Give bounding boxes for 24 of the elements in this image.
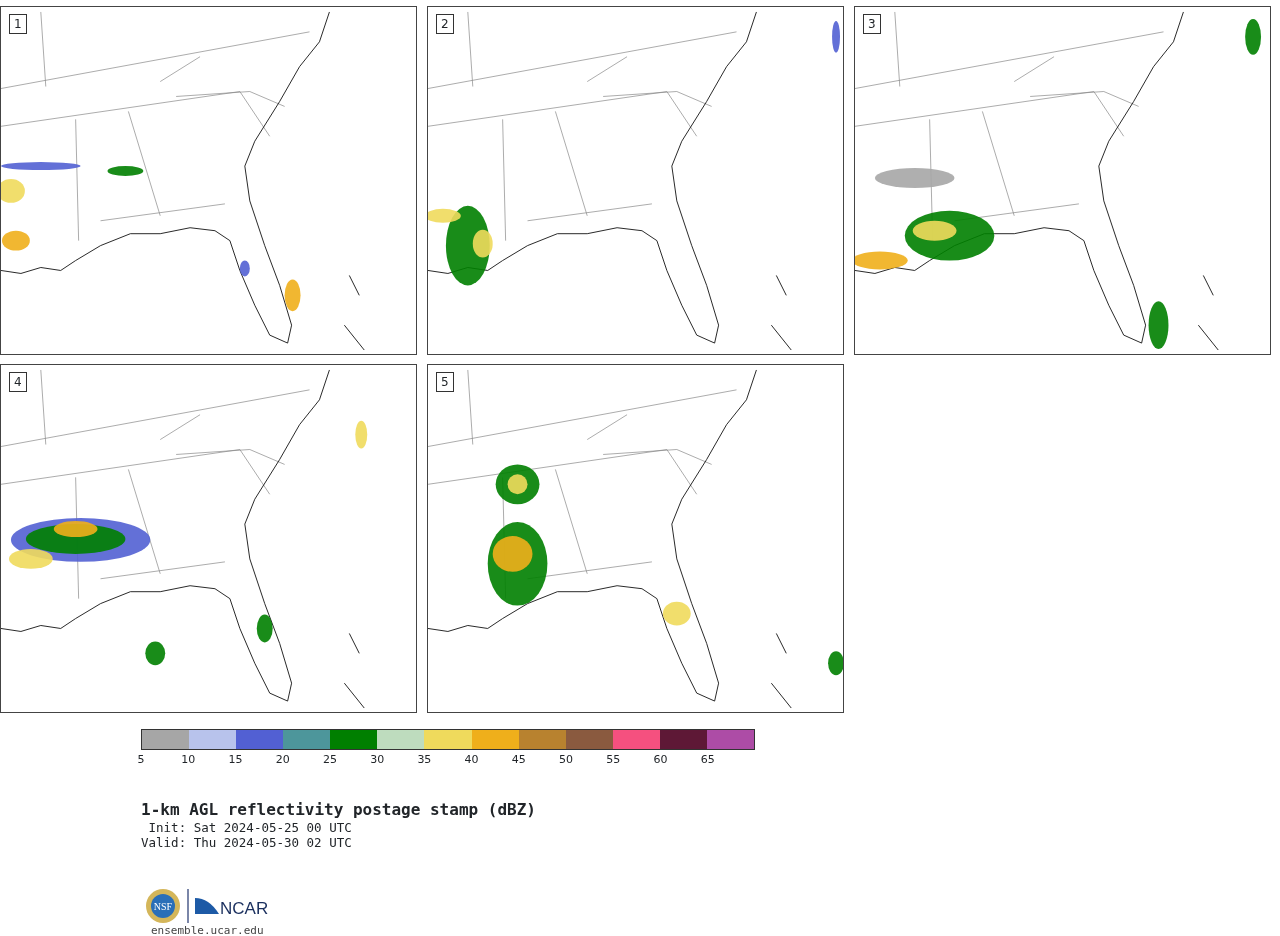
tick-label: 25 <box>322 752 337 768</box>
tick-label: 45 <box>511 752 526 768</box>
tick-label: 5 <box>137 752 145 768</box>
tick-label: 65 <box>700 752 715 768</box>
tick-label: 10 <box>181 752 196 768</box>
nsf-logo: NSF <box>145 888 181 924</box>
valid-time: Valid: Thu 2024-05-30 02 UTC <box>141 835 353 850</box>
ncar-logo: NCAR <box>195 894 269 918</box>
tick-label: 55 <box>606 752 621 768</box>
website-url: ensemble.ucar.edu <box>150 924 265 936</box>
panel-number: 5 <box>436 372 454 392</box>
tick-label: 40 <box>464 752 479 768</box>
tick-label: 35 <box>417 752 432 768</box>
panel-number: 4 <box>9 372 27 392</box>
tick-label: 60 <box>653 752 668 768</box>
tick-label: 20 <box>275 752 290 768</box>
panel-number: 3 <box>863 14 881 34</box>
tick-label: 30 <box>370 752 385 768</box>
panel-number: 2 <box>436 14 454 34</box>
panel-number: 1 <box>9 14 27 34</box>
tick-label: 15 <box>228 752 243 768</box>
init-time: Init: Sat 2024-05-25 00 UTC <box>147 820 353 835</box>
tick-label: 50 <box>559 752 574 768</box>
figure-title: 1-km AGL reflectivity postage stamp (dBZ) <box>141 800 537 820</box>
